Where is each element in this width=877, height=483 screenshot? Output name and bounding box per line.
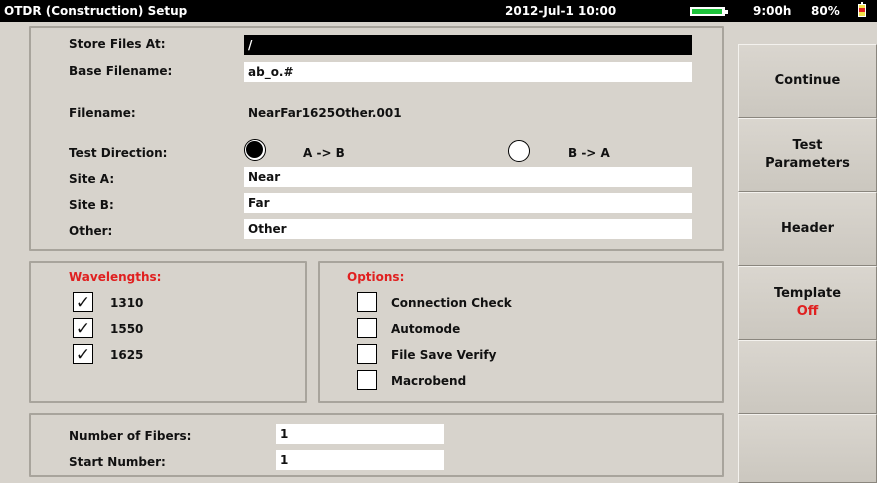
test-parameters-button[interactable]: Test Parameters <box>738 118 877 192</box>
battery-percent: 80% <box>811 4 840 18</box>
radio-a-to-b-label: A -> B <box>303 146 345 160</box>
wavelength-1310-label: 1310 <box>110 296 144 310</box>
site-a-label: Site A: <box>69 172 115 186</box>
header-label: Header <box>780 221 834 236</box>
radio-b-to-a-label: B -> A <box>568 146 610 160</box>
filename-value: NearFar1625Other.001 <box>248 106 402 120</box>
template-button[interactable]: Template Off <box>738 266 877 340</box>
radio-b-to-a[interactable] <box>508 140 530 162</box>
template-state: Off <box>796 304 819 319</box>
site-b-label: Site B: <box>69 198 114 212</box>
datetime: 2012-Jul-1 10:00 <box>505 4 617 18</box>
connection-check-label: Connection Check <box>391 296 512 310</box>
softkey-empty-5[interactable] <box>738 340 877 414</box>
status-bar: OTDR (Construction) Setup 2012-Jul-1 10:… <box>0 0 877 22</box>
wavelength-1550-checkbox[interactable]: ✓ <box>73 318 93 339</box>
base-filename-field[interactable]: ab_o.# <box>244 62 692 82</box>
filename-label: Filename: <box>69 106 136 120</box>
wavelength-1310-checkbox[interactable]: ✓ <box>73 292 93 313</box>
battery-icon <box>690 7 728 16</box>
test-direction-label: Test Direction: <box>69 146 168 160</box>
header-button[interactable]: Header <box>738 192 877 266</box>
softkey-empty-6[interactable] <box>738 414 877 483</box>
number-of-fibers-field[interactable]: 1 <box>276 424 444 444</box>
macrobend-checkbox[interactable] <box>357 370 377 390</box>
start-number-label: Start Number: <box>69 455 166 469</box>
window-title: OTDR (Construction) Setup <box>4 4 188 18</box>
store-files-field[interactable]: / <box>244 35 692 55</box>
start-number-field[interactable]: 1 <box>276 450 444 470</box>
site-b-field[interactable]: Far <box>244 193 692 213</box>
template-label: Template <box>773 286 842 301</box>
continue-label: Continue <box>774 73 841 88</box>
number-of-fibers-label: Number of Fibers: <box>69 429 192 443</box>
store-files-label: Store Files At: <box>69 37 166 51</box>
wavelength-1550-label: 1550 <box>110 322 144 336</box>
file-save-verify-label: File Save Verify <box>391 348 497 362</box>
file-save-verify-checkbox[interactable] <box>357 344 377 364</box>
test-parameters-label-1: Test <box>792 138 823 153</box>
automode-label: Automode <box>391 322 461 336</box>
radio-a-to-b[interactable] <box>244 139 266 161</box>
base-filename-label: Base Filename: <box>69 64 173 78</box>
wavelengths-heading: Wavelengths: <box>69 270 162 284</box>
other-field[interactable]: Other <box>244 219 692 239</box>
macrobend-label: Macrobend <box>391 374 467 388</box>
automode-checkbox[interactable] <box>357 318 377 338</box>
wavelength-1625-checkbox[interactable]: ✓ <box>73 344 93 365</box>
other-label: Other: <box>69 224 113 238</box>
continue-button[interactable]: Continue <box>738 44 877 118</box>
battery-small-icon <box>858 2 866 17</box>
file-setup-panel <box>29 26 724 251</box>
options-heading: Options: <box>347 270 405 284</box>
battery-fill <box>692 9 722 14</box>
site-a-field[interactable]: Near <box>244 167 692 187</box>
test-parameters-label-2: Parameters <box>765 156 850 171</box>
connection-check-checkbox[interactable] <box>357 292 377 312</box>
time-remaining: 9:00h <box>753 4 792 18</box>
wavelength-1625-label: 1625 <box>110 348 144 362</box>
